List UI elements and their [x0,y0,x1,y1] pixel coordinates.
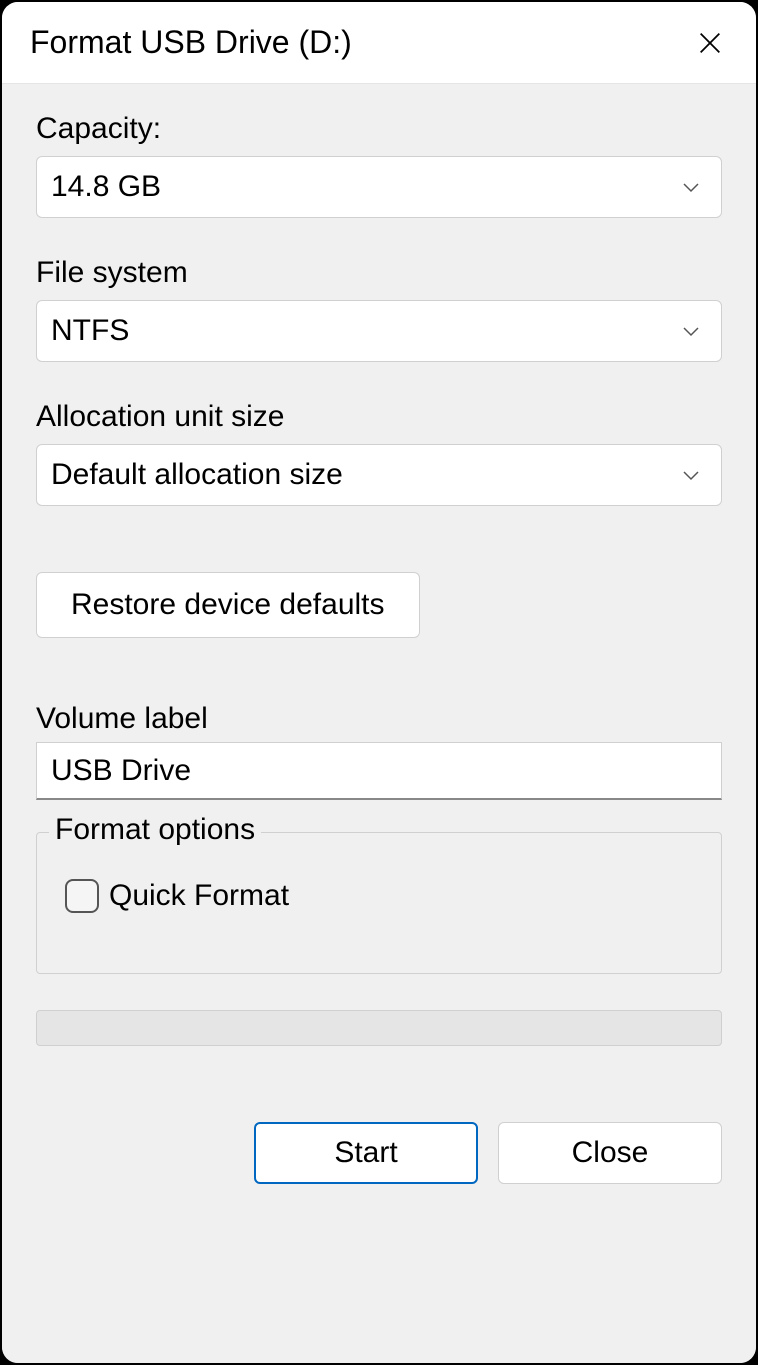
chevron-down-icon [679,175,703,199]
capacity-label: Capacity: [36,112,722,146]
volume-label-label: Volume label [36,702,722,736]
checkbox-box-icon [65,879,99,913]
close-button[interactable]: Close [498,1122,722,1184]
allocation-unit-size-label: Allocation unit size [36,400,722,434]
dialog-button-row: Start Close [36,1122,722,1234]
capacity-dropdown[interactable]: 14.8 GB [36,156,722,218]
format-progress-bar [36,1010,722,1046]
dialog-content: Capacity: 14.8 GB File system NTFS Alloc… [2,84,756,1363]
format-options-legend: Format options [49,813,261,847]
close-window-button[interactable] [692,25,728,61]
titlebar: Format USB Drive (D:) [2,2,756,84]
format-options-group: Format options Quick Format [36,832,722,974]
volume-label-input[interactable] [36,742,722,800]
allocation-unit-size-value: Default allocation size [51,458,679,492]
allocation-unit-size-dropdown[interactable]: Default allocation size [36,444,722,506]
capacity-value: 14.8 GB [51,170,679,204]
file-system-label: File system [36,256,722,290]
file-system-value: NTFS [51,314,679,348]
file-system-dropdown[interactable]: NTFS [36,300,722,362]
quick-format-label: Quick Format [109,879,289,913]
restore-device-defaults-button[interactable]: Restore device defaults [36,572,420,638]
close-icon [696,29,724,57]
window-title: Format USB Drive (D:) [30,24,352,61]
chevron-down-icon [679,319,703,343]
quick-format-checkbox[interactable]: Quick Format [65,879,703,913]
format-dialog: Format USB Drive (D:) Capacity: 14.8 GB … [0,0,758,1365]
start-button[interactable]: Start [254,1122,478,1184]
chevron-down-icon [679,463,703,487]
